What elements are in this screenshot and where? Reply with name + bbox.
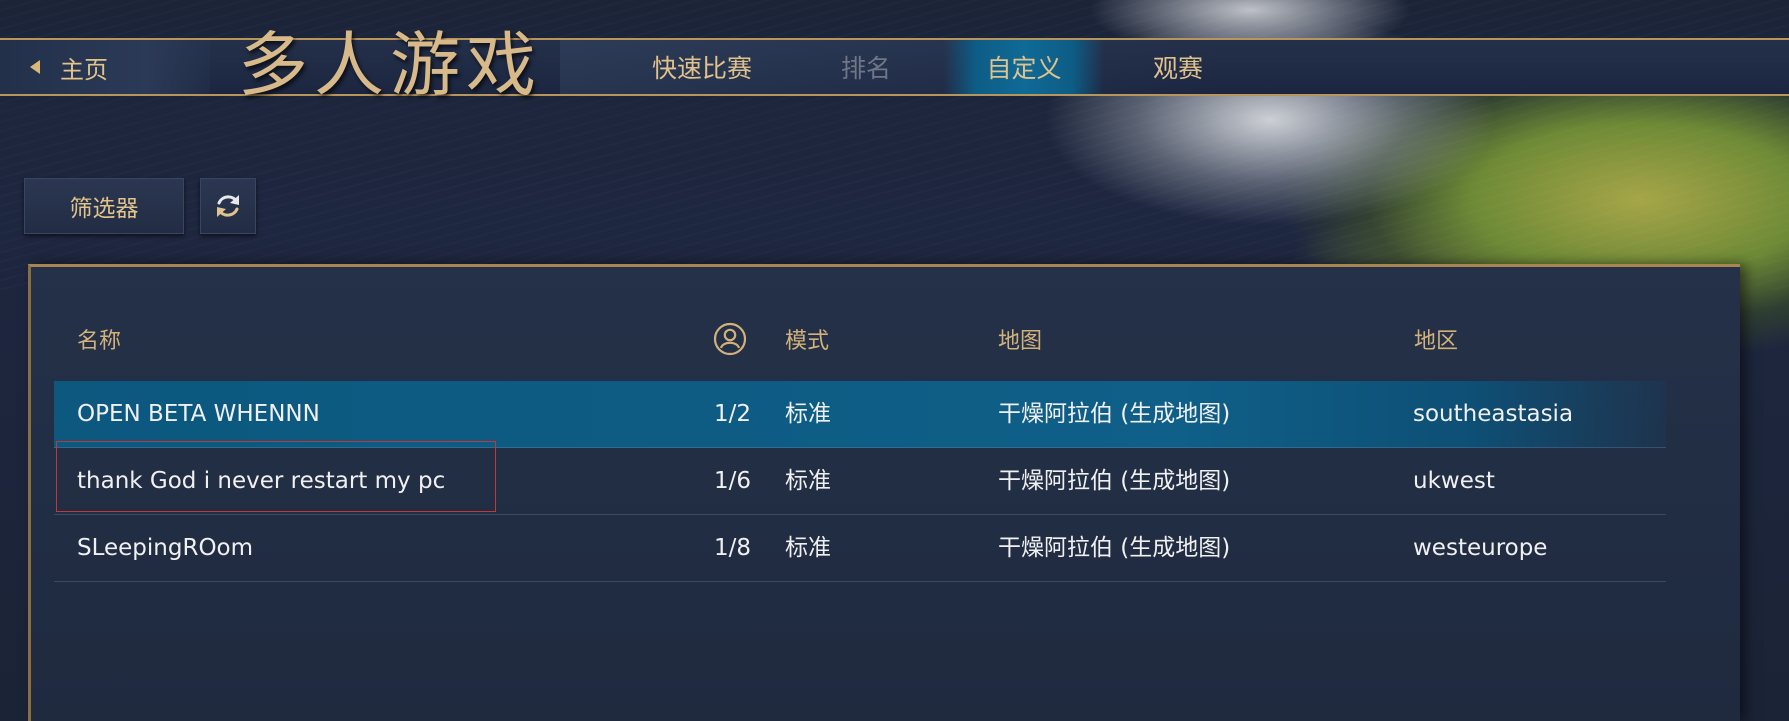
lobby-name: OPEN BETA WHENNN [77,401,320,427]
lobby-players: 1/8 [714,535,752,561]
lobby-map: 干燥阿拉伯 (生成地图) [998,535,1231,561]
column-header-map[interactable]: 地图 [998,320,1042,364]
lobby-mode: 标准 [785,468,831,494]
page-title: 多人游戏 [238,24,542,106]
refresh-icon [217,195,239,217]
lobby-name: thank God i never restart my pc [77,468,446,494]
lobby-region: southeastasia [1413,401,1574,427]
refresh-button[interactable] [200,178,256,234]
back-arrow-icon [30,60,40,74]
tab-ranked[interactable]: 排名 [808,40,924,94]
tab-custom[interactable]: 自定义 [944,40,1104,94]
table-row[interactable]: OPEN BETA WHENNN 1/2 标准 干燥阿拉伯 (生成地图) sou… [54,381,1666,448]
filter-button[interactable]: 筛选器 [24,178,184,234]
column-header-mode[interactable]: 模式 [785,320,829,364]
lobby-region: ukwest [1413,468,1495,494]
lobby-name: SLeepingROom [77,535,254,561]
table-row[interactable]: SLeepingROom 1/8 标准 干燥阿拉伯 (生成地图) westeur… [54,515,1666,582]
lobby-players: 1/2 [714,401,752,427]
table-row[interactable]: thank God i never restart my pc 1/6 标准 干… [54,448,1666,515]
lobby-region: westeurope [1413,535,1548,561]
lobby-mode: 标准 [785,401,831,427]
lobby-mode: 标准 [785,535,831,561]
players-icon[interactable] [713,322,747,356]
tab-quick-match[interactable]: 快速比赛 [622,40,782,94]
home-button[interactable]: 主页 [0,40,210,94]
column-header-name[interactable]: 名称 [77,320,121,364]
lobby-map: 干燥阿拉伯 (生成地图) [998,468,1231,494]
lobby-map: 干燥阿拉伯 (生成地图) [998,401,1231,427]
lobby-players: 1/6 [714,468,752,494]
table-header: 名称 模式 地图 地区 [0,320,1789,364]
home-label: 主页 [60,55,108,84]
tab-spectate[interactable]: 观赛 [1130,40,1226,94]
column-header-region[interactable]: 地区 [1414,320,1458,364]
